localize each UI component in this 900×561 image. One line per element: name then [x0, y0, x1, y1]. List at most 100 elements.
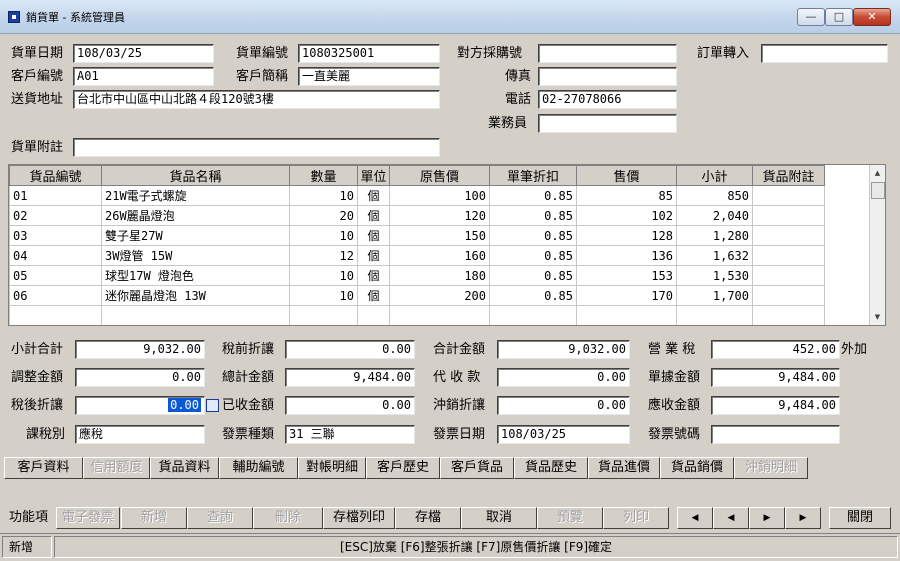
table-cell[interactable] [752, 185, 825, 206]
table-cell[interactable]: 球型17W 燈泡色 [101, 265, 290, 286]
table-cell[interactable]: 3W燈管 15W [101, 245, 290, 266]
collect-field[interactable]: 0.00 [497, 368, 630, 387]
prev-record-button[interactable]: ◀ [713, 507, 749, 529]
invoice-date-field[interactable]: 108/03/25 [73, 44, 214, 63]
table-row[interactable]: 03 雙子星27W 10 個 150 0.85 128 1,280 [9, 225, 825, 246]
table-cell[interactable]: 1,632 [676, 245, 753, 266]
adjust-field[interactable]: 0.00 [75, 368, 205, 387]
table-cell[interactable]: 100 [389, 185, 490, 206]
invoice-type-field[interactable]: 31 三聯 [285, 425, 415, 444]
table-cell[interactable] [290, 326, 358, 327]
table-cell[interactable]: 10 [289, 265, 358, 286]
table-cell[interactable]: 21W電子式螺旋 [101, 185, 290, 206]
table-cell[interactable]: 150 [389, 225, 490, 246]
items-grid[interactable]: 貨品編號 貨品名稱 數量 單位 原售價 單筆折扣 售價 小計 貨品附註 01 21… [8, 164, 886, 326]
subtotal-field[interactable]: 9,032.00 [75, 340, 205, 359]
close-button[interactable]: 關閉 [829, 507, 891, 529]
table-cell[interactable]: 0.85 [489, 225, 577, 246]
table-cell[interactable]: 0.85 [489, 245, 577, 266]
table-cell[interactable]: 0.85 [489, 205, 577, 226]
table-cell[interactable]: 102 [576, 205, 677, 226]
col-header[interactable]: 貨品編號 [9, 165, 102, 186]
table-cell[interactable]: 85 [576, 185, 677, 206]
table-cell[interactable] [289, 305, 358, 325]
table-cell[interactable] [676, 305, 753, 325]
tax-type-field[interactable]: 應稅 [75, 425, 205, 444]
table-cell[interactable] [490, 326, 577, 327]
grand-total-field[interactable]: 9,484.00 [285, 368, 415, 387]
table-cell[interactable]: 06 [9, 285, 102, 306]
table-cell[interactable]: 個 [357, 245, 390, 266]
table-cell[interactable]: 160 [389, 245, 490, 266]
table-cell[interactable] [752, 305, 825, 325]
tab-product-sales[interactable]: 貨品銷價 [660, 457, 734, 479]
table-cell[interactable]: 02 [9, 205, 102, 226]
table-cell[interactable]: 個 [357, 205, 390, 226]
table-cell[interactable]: 0.85 [489, 265, 577, 286]
col-header[interactable]: 原售價 [389, 165, 490, 186]
doc-amount-field[interactable]: 9,484.00 [711, 368, 840, 387]
table-cell[interactable] [101, 305, 290, 325]
table-cell[interactable]: 0.85 [489, 285, 577, 306]
table-cell[interactable]: 850 [676, 185, 753, 206]
col-header[interactable]: 貨品名稱 [101, 165, 290, 186]
table-cell[interactable]: 170 [576, 285, 677, 306]
table-cell[interactable]: 153 [576, 265, 677, 286]
col-header[interactable]: 單位 [357, 165, 390, 186]
table-cell[interactable]: 200 [389, 285, 490, 306]
first-record-button[interactable]: ◀ [677, 507, 713, 529]
table-cell[interactable] [389, 305, 490, 325]
tab-aux-code[interactable]: 輔助編號 [219, 457, 298, 479]
table-row[interactable]: 01 21W電子式螺旋 10 個 100 0.85 85 850 [9, 185, 825, 206]
table-cell[interactable]: 180 [389, 265, 490, 286]
last-record-button[interactable]: ▶ [785, 507, 821, 529]
table-cell[interactable]: 26W麗晶燈泡 [101, 205, 290, 226]
query-button[interactable]: 查詢 [187, 507, 253, 529]
tab-product-purchase[interactable]: 貨品進價 [588, 457, 660, 479]
e-invoice-button[interactable]: 電子發票 [56, 507, 120, 529]
table-cell[interactable]: 個 [357, 185, 390, 206]
table-cell[interactable]: 個 [357, 225, 390, 246]
table-row[interactable]: 06 迷你麗晶燈泡 13W 10 個 200 0.85 170 1,700 [9, 285, 825, 306]
table-cell[interactable] [489, 305, 577, 325]
table-cell[interactable]: 12 [289, 245, 358, 266]
e-invoice-date-field[interactable]: 108/03/25 [497, 425, 630, 444]
tab-product-history[interactable]: 貨品歷史 [514, 457, 588, 479]
lookup-icon[interactable] [206, 399, 219, 412]
table-cell[interactable]: 05 [9, 265, 102, 286]
table-cell[interactable]: 迷你麗晶燈泡 13W [101, 285, 290, 306]
total-amount-field[interactable]: 9,032.00 [497, 340, 630, 359]
table-cell[interactable] [753, 326, 825, 327]
table-cell[interactable] [577, 326, 677, 327]
table-row[interactable]: 05 球型17W 燈泡色 10 個 180 0.85 153 1,530 [9, 265, 825, 286]
col-header[interactable]: 數量 [289, 165, 358, 186]
next-record-button[interactable]: ▶ [749, 507, 785, 529]
col-header[interactable]: 單筆折扣 [489, 165, 577, 186]
invoice-note-field[interactable] [73, 138, 440, 157]
add-button[interactable]: 新增 [121, 507, 187, 529]
tab-offset-detail[interactable]: 沖銷明細 [734, 457, 808, 479]
customer-abbr-field[interactable]: 一直美麗 [298, 67, 440, 86]
tab-customer-history[interactable]: 客戶歷史 [366, 457, 440, 479]
offset-field[interactable]: 0.00 [497, 396, 630, 415]
table-cell[interactable] [677, 326, 753, 327]
pre-tax-discount-field[interactable]: 0.00 [285, 340, 415, 359]
table-cell[interactable] [576, 305, 677, 325]
scroll-down-icon[interactable]: ▼ [870, 309, 885, 325]
table-cell[interactable]: 1,280 [676, 225, 753, 246]
phone-field[interactable]: 02-27078066 [538, 90, 677, 109]
table-cell[interactable]: 04 [9, 245, 102, 266]
save-button[interactable]: 存檔 [395, 507, 461, 529]
table-cell[interactable] [752, 205, 825, 226]
table-cell[interactable]: 10 [289, 185, 358, 206]
col-header[interactable]: 小計 [676, 165, 753, 186]
table-cell[interactable]: 2,040 [676, 205, 753, 226]
tab-credit-limit[interactable]: 信用額度 [83, 457, 150, 479]
table-cell[interactable] [357, 305, 390, 325]
address-field[interactable]: 台北市中山區中山北路４段120號3樓 [73, 90, 440, 109]
vertical-scrollbar[interactable]: ▲ ▼ [869, 165, 885, 325]
table-cell[interactable]: 03 [9, 225, 102, 246]
minimize-button[interactable]: — [797, 8, 825, 26]
scroll-thumb[interactable] [871, 182, 885, 199]
preview-button[interactable]: 預覽 [537, 507, 603, 529]
